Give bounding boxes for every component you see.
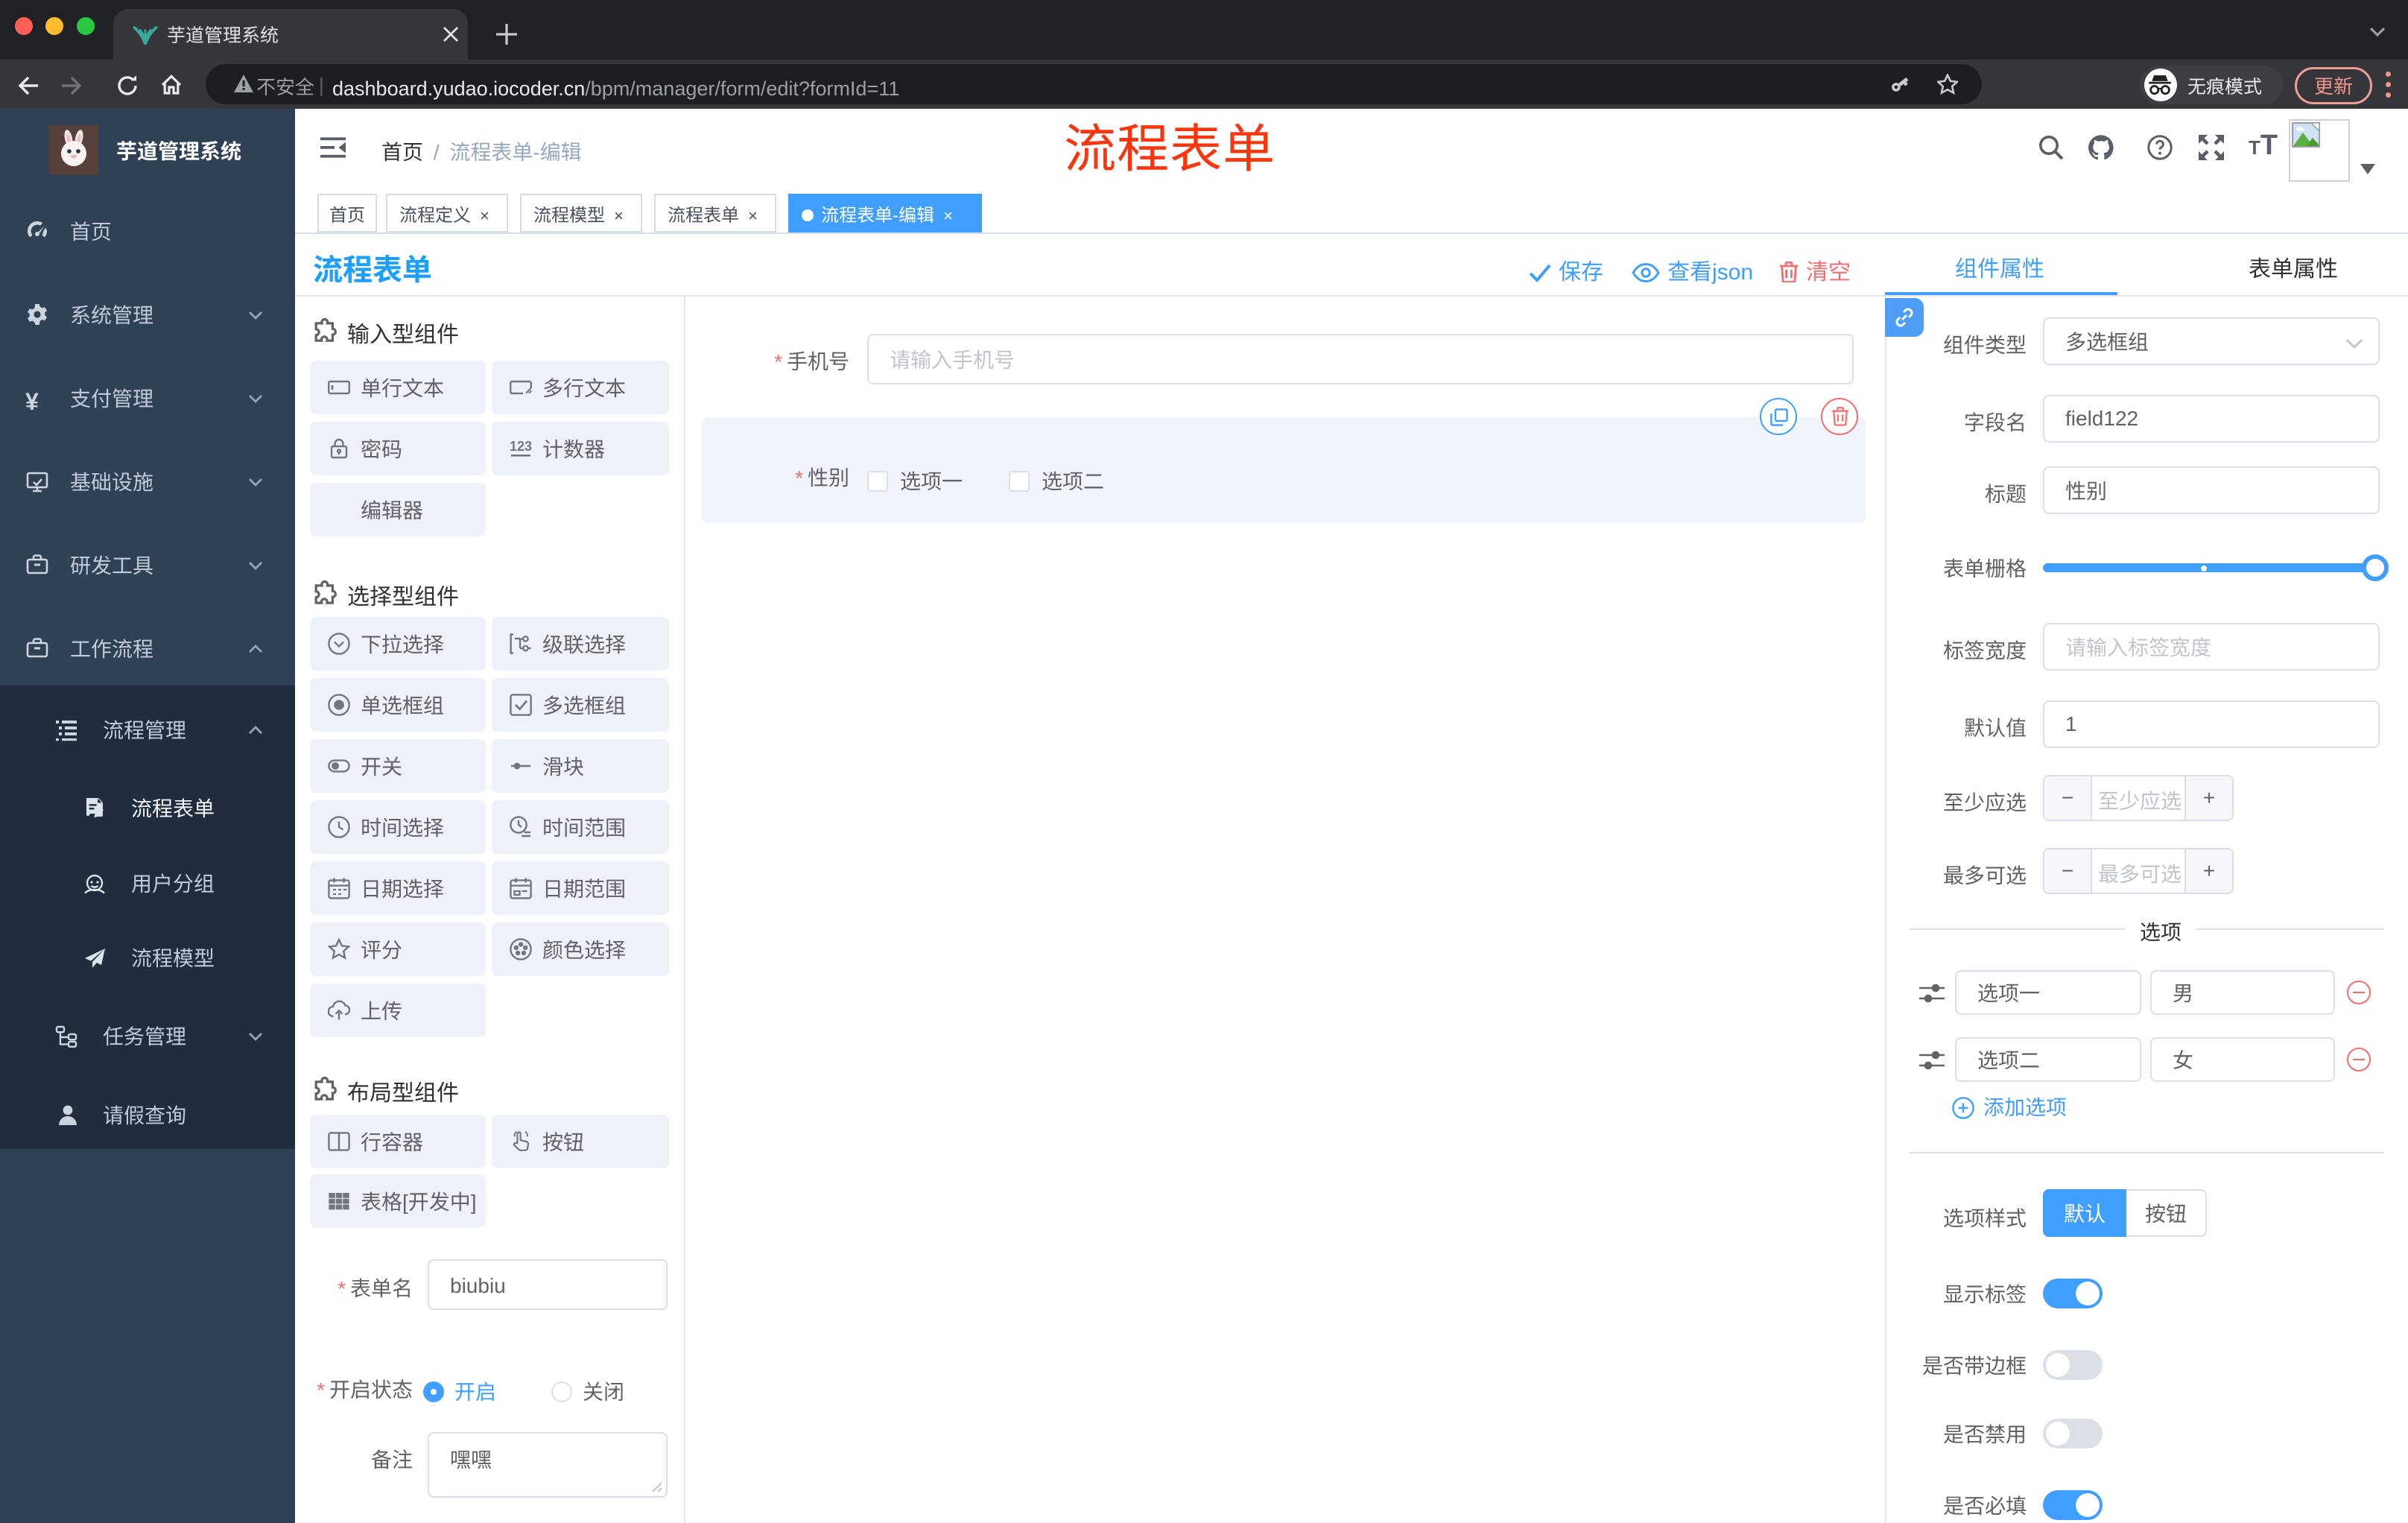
svg-text:123: 123	[510, 437, 532, 455]
